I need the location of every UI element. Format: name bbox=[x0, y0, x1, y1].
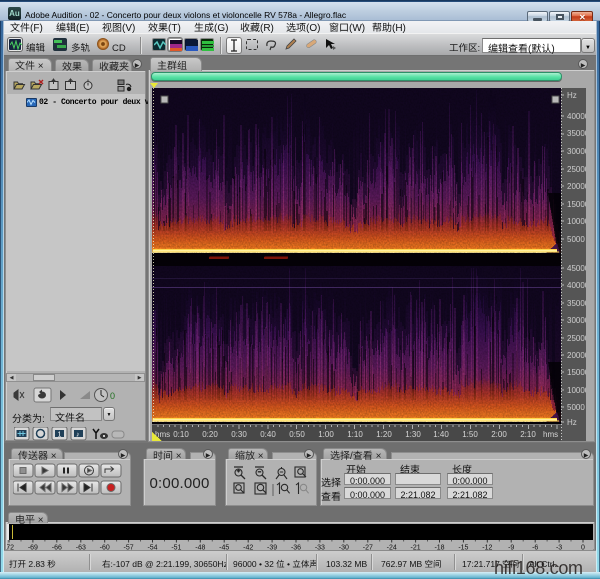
svg-text:1:30: 1:30 bbox=[405, 430, 421, 439]
svg-text:1: 1 bbox=[58, 432, 62, 439]
svg-text:0:10: 0:10 bbox=[173, 430, 189, 439]
svg-text:20000: 20000 bbox=[567, 351, 586, 360]
svg-text:15000: 15000 bbox=[567, 368, 586, 377]
svg-text:10000: 10000 bbox=[567, 386, 586, 395]
svg-text:1:50: 1:50 bbox=[462, 430, 478, 439]
svg-text:15000: 15000 bbox=[567, 200, 586, 209]
svg-text:1:10: 1:10 bbox=[347, 430, 363, 439]
svg-text:25000: 25000 bbox=[567, 165, 586, 174]
svg-text:2:10: 2:10 bbox=[520, 430, 536, 439]
svg-text:1:40: 1:40 bbox=[433, 430, 449, 439]
svg-text:0:50: 0:50 bbox=[289, 430, 305, 439]
svg-text:Hz: Hz bbox=[567, 91, 577, 100]
svg-text:♪: ♪ bbox=[76, 432, 80, 439]
svg-text:10000: 10000 bbox=[567, 217, 586, 226]
svg-text:1:00: 1:00 bbox=[318, 430, 334, 439]
svg-text:0:40: 0:40 bbox=[260, 430, 276, 439]
svg-text:Hz: Hz bbox=[567, 418, 577, 427]
svg-text:40000: 40000 bbox=[567, 112, 586, 121]
svg-text:5000: 5000 bbox=[567, 235, 585, 244]
svg-text:35000: 35000 bbox=[567, 129, 586, 138]
svg-text:20000: 20000 bbox=[567, 182, 586, 191]
svg-text:35000: 35000 bbox=[567, 299, 586, 308]
svg-text:40000: 40000 bbox=[567, 281, 586, 290]
svg-text:0: 0 bbox=[110, 391, 115, 401]
svg-text:30000: 30000 bbox=[567, 147, 586, 156]
svg-text:1:20: 1:20 bbox=[376, 430, 392, 439]
svg-text:hms: hms bbox=[543, 430, 558, 439]
svg-text:2:00: 2:00 bbox=[491, 430, 507, 439]
svg-text:0:20: 0:20 bbox=[202, 430, 218, 439]
svg-text:25000: 25000 bbox=[567, 334, 586, 343]
svg-text:30000: 30000 bbox=[567, 316, 586, 325]
svg-text:0:30: 0:30 bbox=[231, 430, 247, 439]
svg-text:45000: 45000 bbox=[567, 264, 586, 273]
svg-text:5000: 5000 bbox=[567, 403, 585, 412]
